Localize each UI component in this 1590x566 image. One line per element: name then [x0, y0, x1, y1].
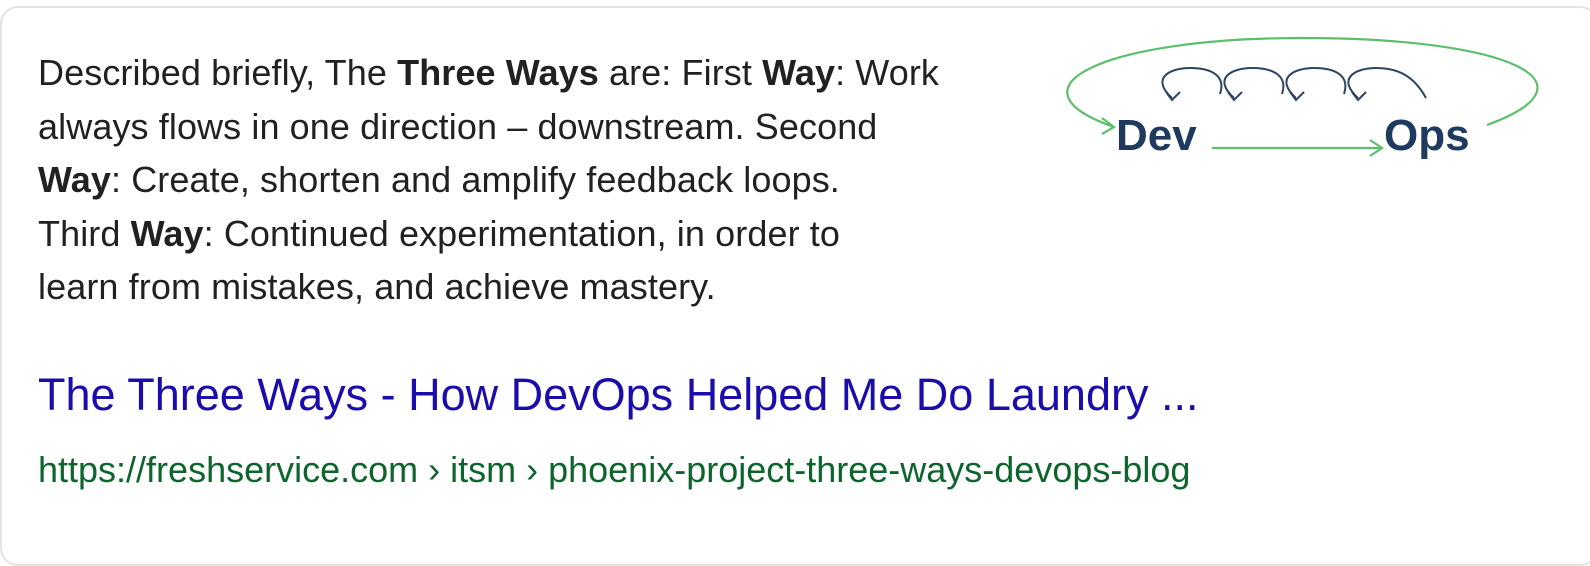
- snippet-line-5: learn from mistakes, and achieve mastery…: [38, 266, 716, 307]
- snippet-line-1: Described briefly, The Three Ways are: F…: [38, 52, 940, 93]
- featured-snippet-text: Described briefly, The Three Ways are: F…: [38, 46, 1028, 314]
- devops-thumbnail-image[interactable]: Dev Ops: [1042, 28, 1562, 178]
- result-title-link[interactable]: The Three Ways - How DevOps Helped Me Do…: [38, 366, 1198, 424]
- ops-label: Ops: [1384, 111, 1470, 160]
- result-url-breadcrumb[interactable]: https://freshservice.com › itsm › phoeni…: [38, 446, 1190, 494]
- iteration-loops-icon: [1161, 66, 1427, 102]
- snippet-line-3: Way: Create, shorten and amplify feedbac…: [38, 159, 840, 200]
- snippet-line-2: always flows in one direction – downstre…: [38, 105, 878, 147]
- snippet-line-4: Third Way: Continued experimentation, in…: [38, 212, 840, 254]
- dev-label: Dev: [1116, 111, 1197, 160]
